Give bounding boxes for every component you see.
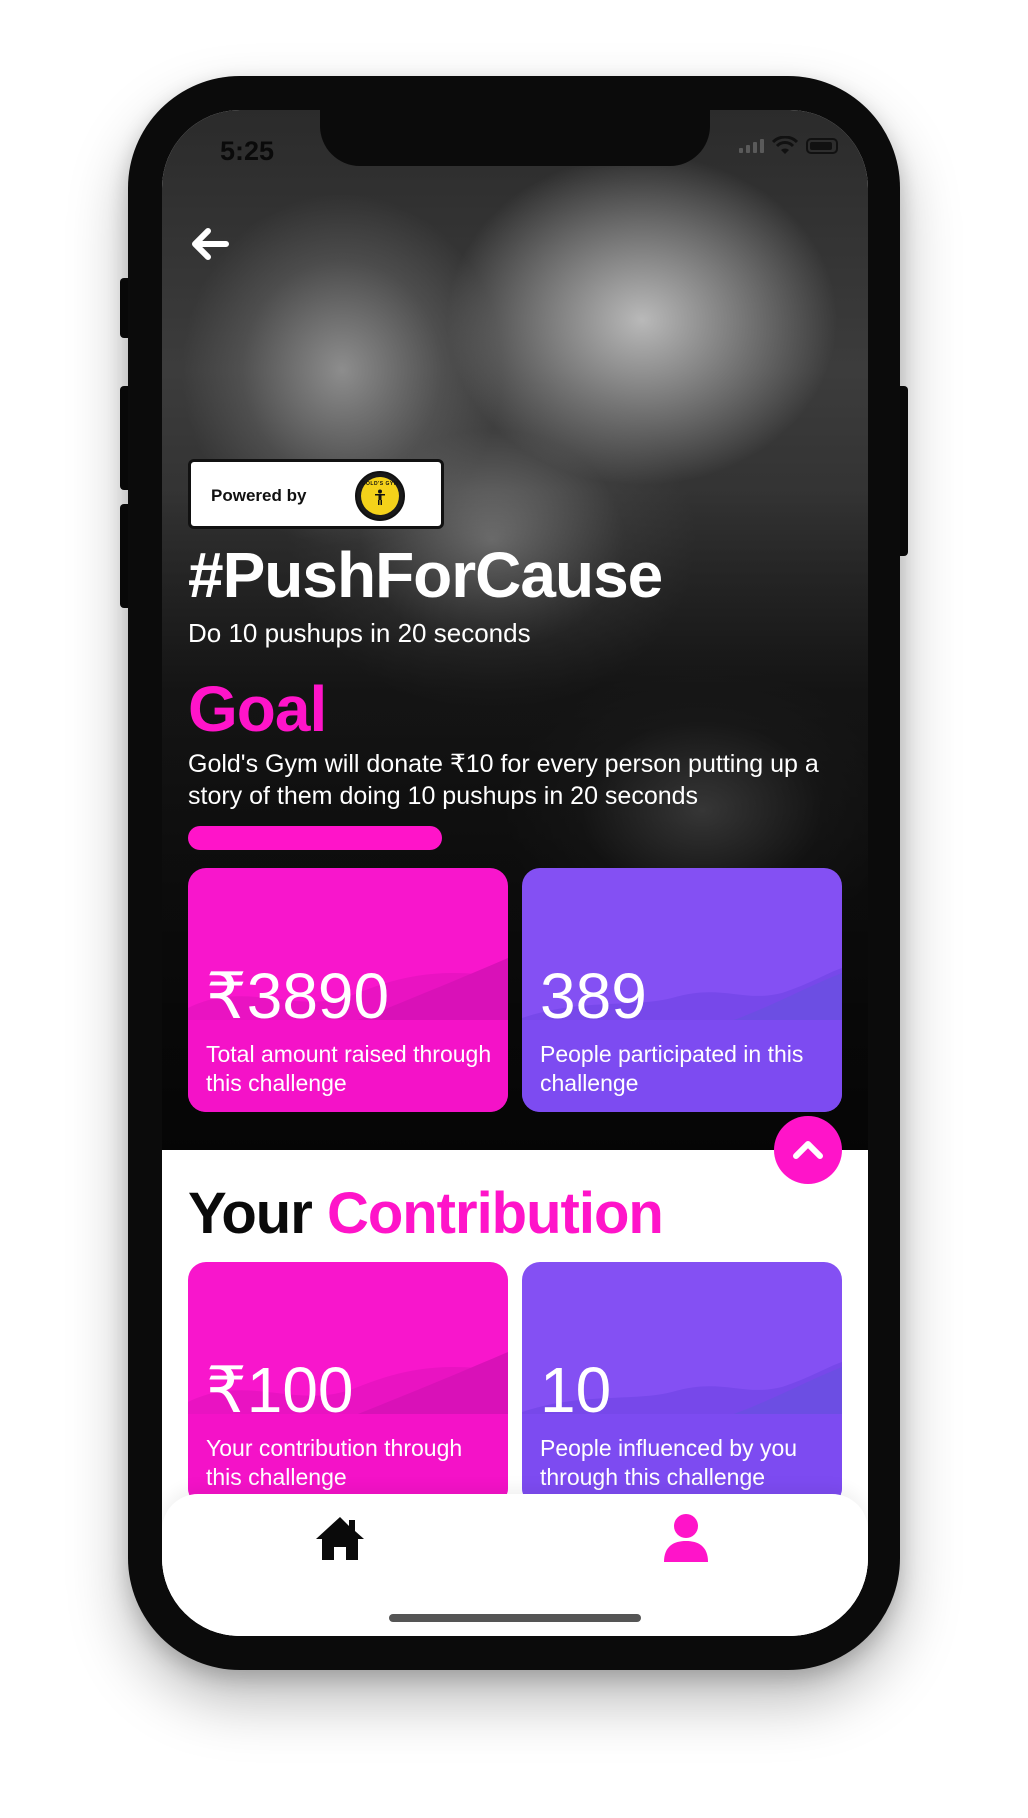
participants-label: People participated in this challenge <box>540 1041 804 1096</box>
status-time: 5:25 <box>220 136 275 166</box>
app-screen: 5:25 Powered by GOLD'S GYM #PushForCause… <box>162 110 868 1636</box>
people-influenced-label: People influenced by you through this ch… <box>540 1435 798 1490</box>
participants-card: 389 People participated in this challeng… <box>522 868 842 1112</box>
challenge-title: #PushForCause <box>188 539 663 611</box>
your-contribution-card: ₹100 Your contribution through this chal… <box>188 1262 508 1506</box>
powered-by-label: Powered by <box>211 486 307 505</box>
people-influenced-value: 10 <box>540 1354 612 1426</box>
home-icon[interactable] <box>314 1514 366 1562</box>
arrow-left-icon[interactable] <box>188 222 232 266</box>
contribution-title-contribution: Contribution <box>326 1181 664 1246</box>
total-amount-value: ₹3890 <box>206 960 390 1032</box>
challenge-subtitle: Do 10 pushups in 20 seconds <box>188 618 531 648</box>
signal-icon <box>739 139 764 153</box>
your-contribution-label: Your contribution through this challenge <box>206 1435 463 1490</box>
logo-text: GOLD'S GYM <box>361 481 399 487</box>
goal-heading: Goal <box>188 673 327 745</box>
strongman-icon <box>375 489 385 505</box>
profile-icon[interactable] <box>662 1512 710 1562</box>
goal-progress-bar <box>188 826 442 850</box>
your-contribution-value: ₹100 <box>206 1354 354 1426</box>
total-amount-label: Total amount raised through this challen… <box>206 1041 492 1096</box>
powered-by-badge: Powered by GOLD'S GYM <box>188 459 444 529</box>
scroll-up-button[interactable] <box>774 1116 842 1184</box>
home-indicator <box>389 1614 641 1622</box>
golds-gym-logo: GOLD'S GYM <box>355 471 405 521</box>
total-amount-card: ₹3890 Total amount raised through this c… <box>188 868 508 1112</box>
wifi-icon <box>772 136 798 154</box>
participants-value: 389 <box>540 960 647 1032</box>
chevron-up-icon <box>793 1141 823 1159</box>
goal-description: Gold's Gym will donate ₹10 for every per… <box>188 750 819 810</box>
bottom-tab-bar <box>162 1494 868 1636</box>
notch <box>320 110 710 166</box>
people-influenced-card: 10 People influenced by you through this… <box>522 1262 842 1506</box>
battery-icon <box>806 138 838 154</box>
contribution-title: Your Contribution <box>188 1180 664 1247</box>
contribution-title-your: Your <box>188 1181 313 1246</box>
status-icons <box>739 136 838 156</box>
